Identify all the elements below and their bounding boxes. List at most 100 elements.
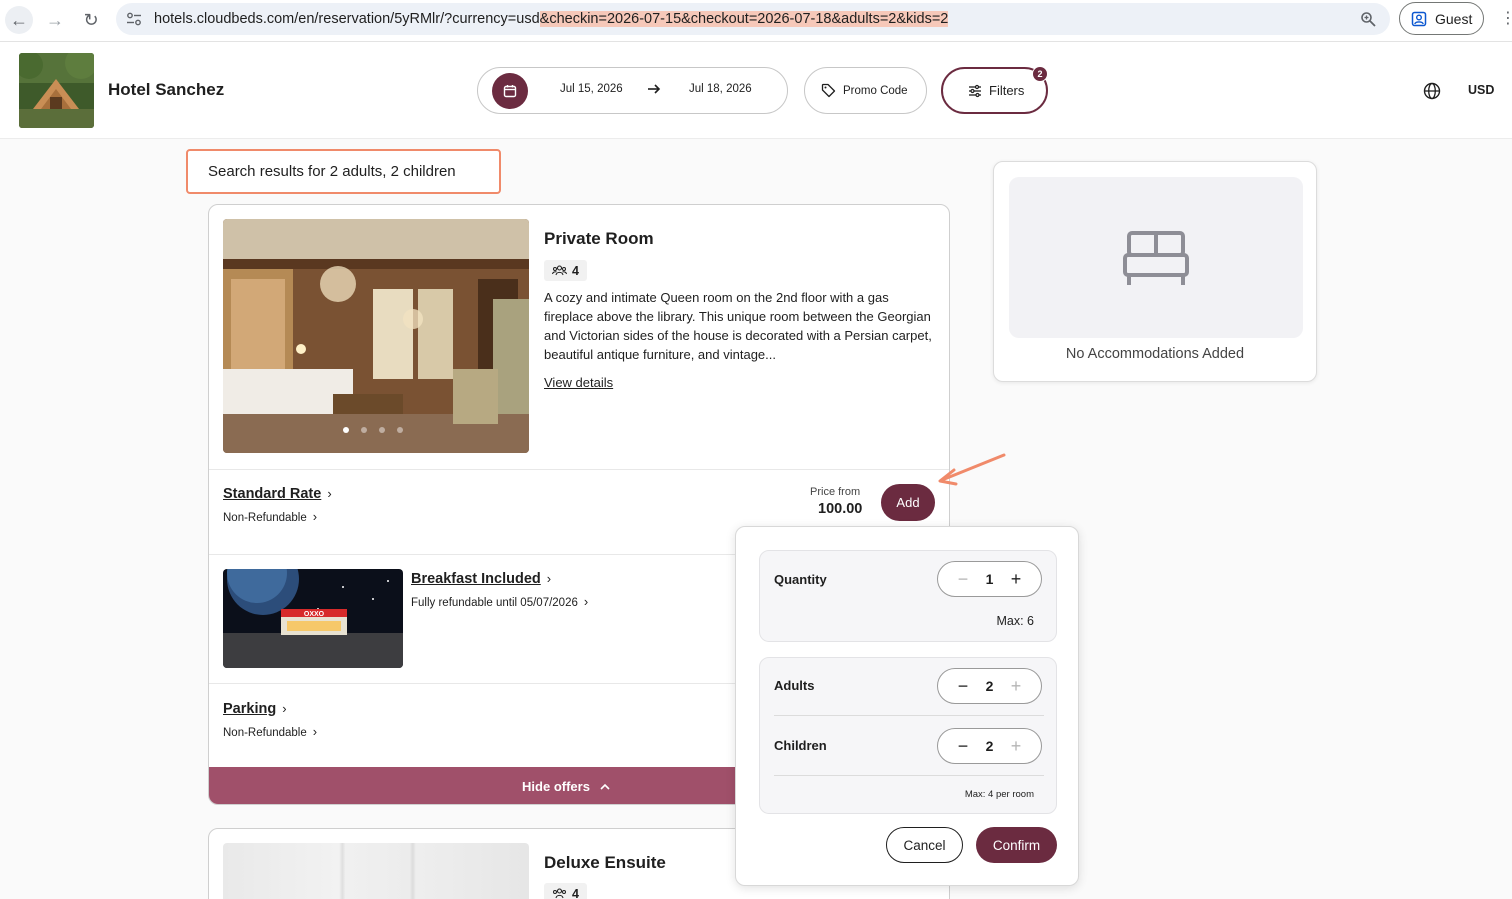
cancel-button[interactable]: Cancel: [886, 827, 963, 863]
chevron-right-icon: ›: [546, 571, 552, 586]
zoom-icon[interactable]: [1360, 11, 1376, 27]
chevron-right-icon: ›: [312, 509, 318, 524]
rate-policy[interactable]: Non-Refundable ›: [223, 724, 317, 739]
decrement-button[interactable]: −: [946, 729, 980, 763]
search-results-label: Search results for 2 adults, 2 children: [186, 149, 501, 194]
promo-code-label: Promo Code: [843, 84, 908, 97]
decrement-button[interactable]: −: [946, 562, 980, 596]
checkout-date[interactable]: Jul 18, 2026: [689, 83, 752, 95]
site-header: Hotel Sanchez Jul 15, 2026 Jul 18, 2026 …: [0, 42, 1512, 139]
price-from-label: Price from: [810, 486, 861, 498]
guests-panel: Adults − 2 + Children − 2 + Max: 4 per r…: [759, 657, 1057, 814]
globe-icon[interactable]: [1423, 82, 1441, 100]
rate-policy[interactable]: Fully refundable until 05/07/2026 ›: [411, 594, 588, 609]
guests-icon: [553, 888, 566, 899]
room-title: Deluxe Ensuite: [544, 853, 666, 872]
divider: [774, 715, 1044, 716]
view-details-link[interactable]: View details: [544, 375, 613, 390]
chevron-right-icon: ›: [282, 701, 287, 716]
add-button[interactable]: Add: [881, 484, 935, 521]
profile-button[interactable]: Guest: [1399, 2, 1484, 35]
occupancy-count: 4: [572, 886, 579, 899]
chevron-right-icon: ›: [327, 486, 332, 501]
profile-icon: [1411, 11, 1427, 26]
room-title: Private Room: [544, 229, 654, 248]
hide-offers-label: Hide offers: [522, 779, 590, 794]
calendar-icon: [503, 85, 517, 98]
carousel-dot[interactable]: [397, 427, 403, 433]
quantity-label: Quantity: [774, 572, 827, 587]
quantity-panel: Quantity − 1 + Max: 6: [759, 550, 1057, 642]
annotation-arrow-icon: [938, 453, 1006, 486]
site-settings-icon[interactable]: [126, 11, 142, 27]
confirm-button[interactable]: Confirm: [976, 827, 1057, 863]
filters-label: Filters: [989, 83, 1025, 98]
rate-policy[interactable]: Non-Refundable ›: [223, 509, 317, 524]
guest-selection-popover: Quantity − 1 + Max: 6 Adults − 2 + Child…: [735, 526, 1079, 886]
reload-icon[interactable]: ↻: [77, 6, 105, 34]
empty-cart-message: No Accommodations Added: [1065, 346, 1245, 362]
checkin-date[interactable]: Jul 15, 2026: [560, 83, 623, 95]
quantity-max: Max: 6: [996, 614, 1034, 628]
rate-name-breakfast[interactable]: Breakfast Included ›: [411, 571, 551, 587]
room-photo[interactable]: [223, 219, 529, 453]
divider: [209, 469, 949, 470]
occupancy-badge: 4: [544, 260, 587, 281]
children-stepper: − 2 +: [937, 728, 1042, 764]
profile-label: Guest: [1435, 10, 1473, 27]
rate-policy-label: Non-Refundable: [223, 727, 307, 739]
divider: [774, 775, 1044, 776]
occupancy-badge: 4: [544, 883, 587, 899]
carousel-dot[interactable]: [379, 427, 385, 433]
photo-carousel-dots[interactable]: [343, 427, 403, 433]
guests-max: Max: 4 per room: [964, 789, 1034, 800]
hotel-name[interactable]: Hotel Sanchez: [108, 80, 224, 100]
forward-icon[interactable]: →: [41, 6, 69, 34]
quantity-stepper: − 1 +: [937, 561, 1042, 597]
calendar-button[interactable]: [492, 73, 528, 109]
bed-icon: [1123, 230, 1189, 285]
more-menu-icon[interactable]: ⋮: [1500, 8, 1512, 30]
children-label: Children: [774, 738, 827, 753]
rate-price: 100.00: [818, 501, 863, 517]
date-range-picker[interactable]: Jul 15, 2026 Jul 18, 2026: [477, 67, 788, 114]
room-description: A cozy and intimate Queen room on the 2n…: [544, 290, 932, 362]
sliders-icon: [969, 84, 981, 97]
store-sign-text: OXXO: [304, 611, 325, 618]
offer-photo[interactable]: OXXO: [223, 569, 403, 668]
address-bar[interactable]: hotels.cloudbeds.com/en/reservation/5yRM…: [116, 3, 1390, 35]
chevron-right-icon: ›: [583, 594, 589, 609]
room-photo[interactable]: [223, 843, 529, 899]
tag-icon: [821, 83, 836, 98]
rate-name-standard[interactable]: Standard Rate ›: [223, 486, 332, 502]
chevron-up-icon: [600, 783, 610, 790]
adults-stepper: − 2 +: [937, 668, 1042, 704]
increment-button[interactable]: +: [999, 729, 1033, 763]
increment-button[interactable]: +: [999, 562, 1033, 596]
guests-icon: [552, 265, 567, 276]
back-icon[interactable]: ←: [5, 6, 33, 34]
url-plain: hotels.cloudbeds.com/en/reservation/5yRM…: [154, 11, 540, 27]
url-text: hotels.cloudbeds.com/en/reservation/5yRM…: [154, 3, 949, 35]
rate-policy-label: Non-Refundable: [223, 512, 307, 524]
hotel-logo[interactable]: [19, 53, 94, 128]
url-highlight: &checkin=2026-07-15&checkout=2026-07-18&…: [539, 11, 949, 27]
adults-label: Adults: [774, 678, 815, 693]
rate-policy-label: Fully refundable until 05/07/2026: [411, 597, 578, 609]
decrement-button[interactable]: −: [946, 669, 980, 703]
carousel-dot[interactable]: [361, 427, 367, 433]
increment-button[interactable]: +: [999, 669, 1033, 703]
promo-code-button[interactable]: Promo Code: [804, 67, 927, 114]
rate-name-label: Parking: [223, 701, 277, 717]
currency-selector[interactable]: USD: [1468, 83, 1494, 97]
filters-count-badge: 2: [1032, 66, 1048, 82]
carousel-dot[interactable]: [343, 427, 349, 433]
occupancy-count: 4: [572, 263, 579, 278]
chevron-right-icon: ›: [312, 724, 318, 739]
rate-name-parking[interactable]: Parking ›: [223, 701, 287, 717]
browser-toolbar: ← → ↻ hotels.cloudbeds.com/en/reservatio…: [0, 0, 1512, 42]
rate-name-label: Breakfast Included: [411, 571, 541, 587]
reservation-summary: No Accommodations Added: [993, 161, 1317, 382]
rate-name-label: Standard Rate: [223, 486, 322, 502]
arrow-right-icon: [648, 84, 661, 94]
